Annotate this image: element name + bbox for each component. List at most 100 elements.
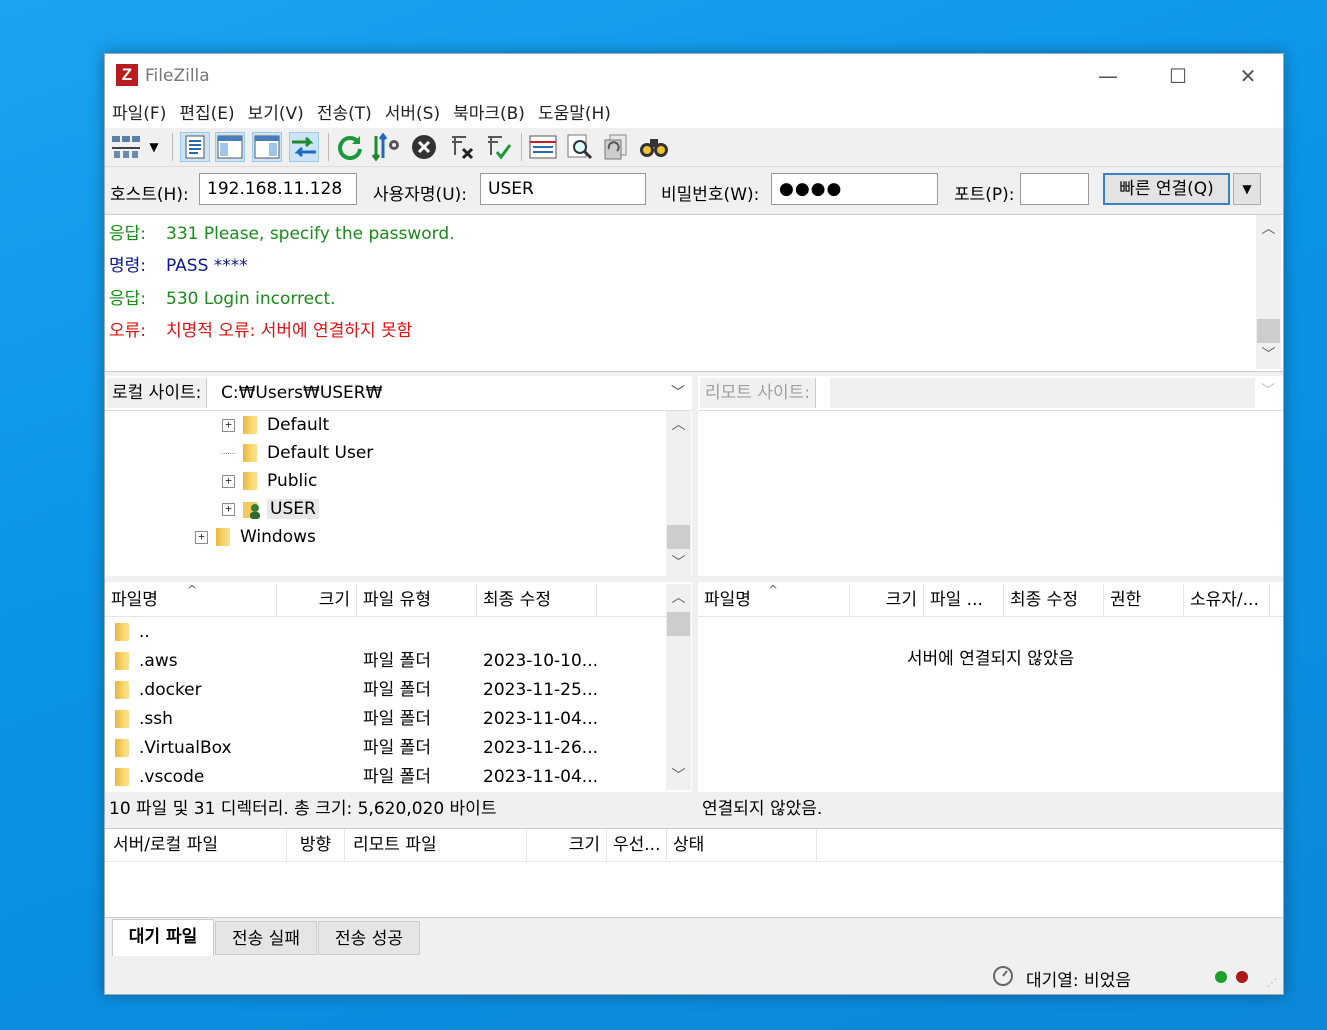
tree-item-selected[interactable]: + USER xyxy=(222,495,319,523)
column-header-owner[interactable]: 소유자/... xyxy=(1184,584,1270,616)
username-input[interactable]: USER xyxy=(480,173,646,205)
dropdown-arrow-icon[interactable]: ▼ xyxy=(145,132,163,162)
file-row[interactable]: .. xyxy=(105,618,665,647)
column-header-name[interactable]: 파일명 ^ xyxy=(105,584,277,616)
menu-server[interactable]: 서버(S) xyxy=(379,100,446,128)
menu-bookmarks[interactable]: 북마크(B) xyxy=(447,100,531,128)
tree-item-label: USER xyxy=(267,499,319,519)
quickconnect-dropdown-button[interactable]: ▼ xyxy=(1233,173,1261,205)
file-name: .docker xyxy=(139,680,202,700)
folder-icon xyxy=(115,623,129,641)
toggle-queue-icon[interactable] xyxy=(289,132,319,162)
chevron-down-icon[interactable]: ﹀ xyxy=(1261,380,1275,400)
column-header-size[interactable]: 크기 xyxy=(850,584,924,616)
tree-item[interactable]: + Public xyxy=(222,467,317,495)
filter-icon[interactable] xyxy=(371,132,401,162)
column-header-modified[interactable]: 최종 수정 xyxy=(1004,584,1104,616)
expand-icon[interactable]: + xyxy=(195,530,208,544)
expand-icon[interactable]: + xyxy=(222,474,235,488)
folder-icon xyxy=(115,652,129,670)
host-input[interactable]: 192.168.11.128 xyxy=(199,173,357,205)
file-row[interactable]: .vscode 파일 폴더 2023-11-04... xyxy=(105,763,665,792)
scroll-thumb[interactable] xyxy=(667,525,690,549)
tab-successful-transfers[interactable]: 전송 성공 xyxy=(318,921,420,955)
tree-item[interactable]: + Windows xyxy=(195,523,316,551)
refresh-icon[interactable] xyxy=(335,132,365,162)
quickconnect-button[interactable]: 빠른 연결(Q) xyxy=(1103,173,1230,205)
find-icon[interactable] xyxy=(639,132,669,162)
remote-path-combo[interactable] xyxy=(830,378,1255,408)
message-log: 응답: 331 Please, specify the password. 명령:… xyxy=(105,214,1283,372)
reconnect-icon[interactable] xyxy=(483,132,513,162)
menu-file[interactable]: 파일(F) xyxy=(106,100,172,128)
scroll-up-icon[interactable]: ︿ xyxy=(1256,217,1281,241)
file-row[interactable]: .docker 파일 폴더 2023-11-25... xyxy=(105,676,665,705)
maximize-button[interactable]: ☐ xyxy=(1143,54,1213,100)
local-tree-scrollbar[interactable]: ︿ ﹀ xyxy=(666,411,691,576)
expand-icon[interactable]: + xyxy=(222,418,235,432)
menu-transfer[interactable]: 전송(T) xyxy=(311,100,378,128)
folder-icon xyxy=(115,739,129,757)
toggle-remote-tree-icon[interactable] xyxy=(252,132,282,162)
column-header-name[interactable]: 파일명 ^ xyxy=(698,584,850,616)
directory-listing-icon[interactable] xyxy=(528,132,558,162)
tab-failed-transfers[interactable]: 전송 실패 xyxy=(215,921,317,955)
local-file-scrollbar[interactable]: ︿ ﹀ xyxy=(666,584,691,790)
local-path-combo[interactable]: C:₩Users₩USER₩ ﹀ xyxy=(217,378,691,408)
column-header-type[interactable]: 파일 유형 xyxy=(357,584,477,616)
scroll-up-icon[interactable]: ︿ xyxy=(666,586,691,610)
column-header-modified[interactable]: 최종 수정 xyxy=(477,584,597,616)
column-header-direction[interactable]: 방향 xyxy=(287,829,345,861)
menu-edit[interactable]: 편집(E) xyxy=(173,100,240,128)
column-header-type[interactable]: 파일 ... xyxy=(924,584,1004,616)
column-header-status[interactable]: 상태 xyxy=(667,829,817,861)
scroll-up-icon[interactable]: ︿ xyxy=(666,413,691,437)
log-scrollbar[interactable]: ︿ ﹀ xyxy=(1256,215,1281,369)
tab-queued-files[interactable]: 대기 파일 xyxy=(112,919,214,956)
toggle-log-icon[interactable] xyxy=(180,132,210,162)
column-header-remote-file[interactable]: 리모트 파일 xyxy=(345,829,527,861)
column-header-size[interactable]: 크기 xyxy=(277,584,357,616)
file-type: 파일 폴더 xyxy=(363,680,431,700)
menu-bar: 파일(F) 편집(E) 보기(V) 전송(T) 서버(S) 북마크(B) 도움말(H) xyxy=(105,100,1283,128)
menu-help[interactable]: 도움말(H) xyxy=(532,100,617,128)
port-input[interactable] xyxy=(1020,173,1089,205)
file-row[interactable]: .ssh 파일 폴더 2023-11-04... xyxy=(105,705,665,734)
toggle-local-tree-icon[interactable] xyxy=(215,132,245,162)
column-header-size[interactable]: 크기 xyxy=(527,829,607,861)
scroll-down-icon[interactable]: ﹀ xyxy=(666,551,691,575)
tree-item[interactable]: Default User xyxy=(222,439,373,467)
file-modified: 2023-11-25... xyxy=(483,680,599,700)
tree-item[interactable]: + Default xyxy=(222,411,329,439)
filezilla-logo-icon: Z xyxy=(116,64,138,86)
remote-site-label: 리모트 사이트: xyxy=(700,378,816,408)
resize-grip-icon[interactable]: ⋰ xyxy=(1267,978,1277,989)
minimize-button[interactable]: — xyxy=(1073,54,1143,100)
column-header-local-file[interactable]: 서버/로컬 파일 xyxy=(105,829,287,861)
menu-view[interactable]: 보기(V) xyxy=(242,100,310,128)
site-manager-icon[interactable] xyxy=(109,132,143,162)
scroll-thumb[interactable] xyxy=(1257,319,1280,343)
queue-status-text: 대기열: 비었음 xyxy=(1026,971,1131,991)
speed-limit-icon[interactable] xyxy=(992,965,1014,987)
close-button[interactable]: ✕ xyxy=(1213,54,1283,100)
disconnect-icon[interactable] xyxy=(447,132,477,162)
local-path-text: C:₩Users₩USER₩ xyxy=(221,383,383,403)
search-icon[interactable] xyxy=(565,132,595,162)
scroll-down-icon[interactable]: ﹀ xyxy=(1256,343,1281,367)
password-input[interactable]: ●●●● xyxy=(771,173,938,205)
compare-icon[interactable] xyxy=(601,132,631,162)
folder-icon xyxy=(115,768,129,786)
chevron-down-icon[interactable]: ﹀ xyxy=(671,378,685,408)
log-label: 응답: xyxy=(109,289,147,309)
scroll-down-icon[interactable]: ﹀ xyxy=(666,764,691,788)
file-row[interactable]: .aws 파일 폴더 2023-10-10... xyxy=(105,647,665,676)
file-type: 파일 폴더 xyxy=(363,767,431,787)
column-header-priority[interactable]: 우선... xyxy=(607,829,667,861)
cancel-icon[interactable] xyxy=(409,132,439,162)
toolbar-separator xyxy=(328,133,329,161)
file-row[interactable]: .VirtualBox 파일 폴더 2023-11-26... xyxy=(105,734,665,763)
expand-icon[interactable]: + xyxy=(222,502,235,516)
scroll-thumb[interactable] xyxy=(667,612,690,636)
column-header-permissions[interactable]: 권한 xyxy=(1104,584,1184,616)
